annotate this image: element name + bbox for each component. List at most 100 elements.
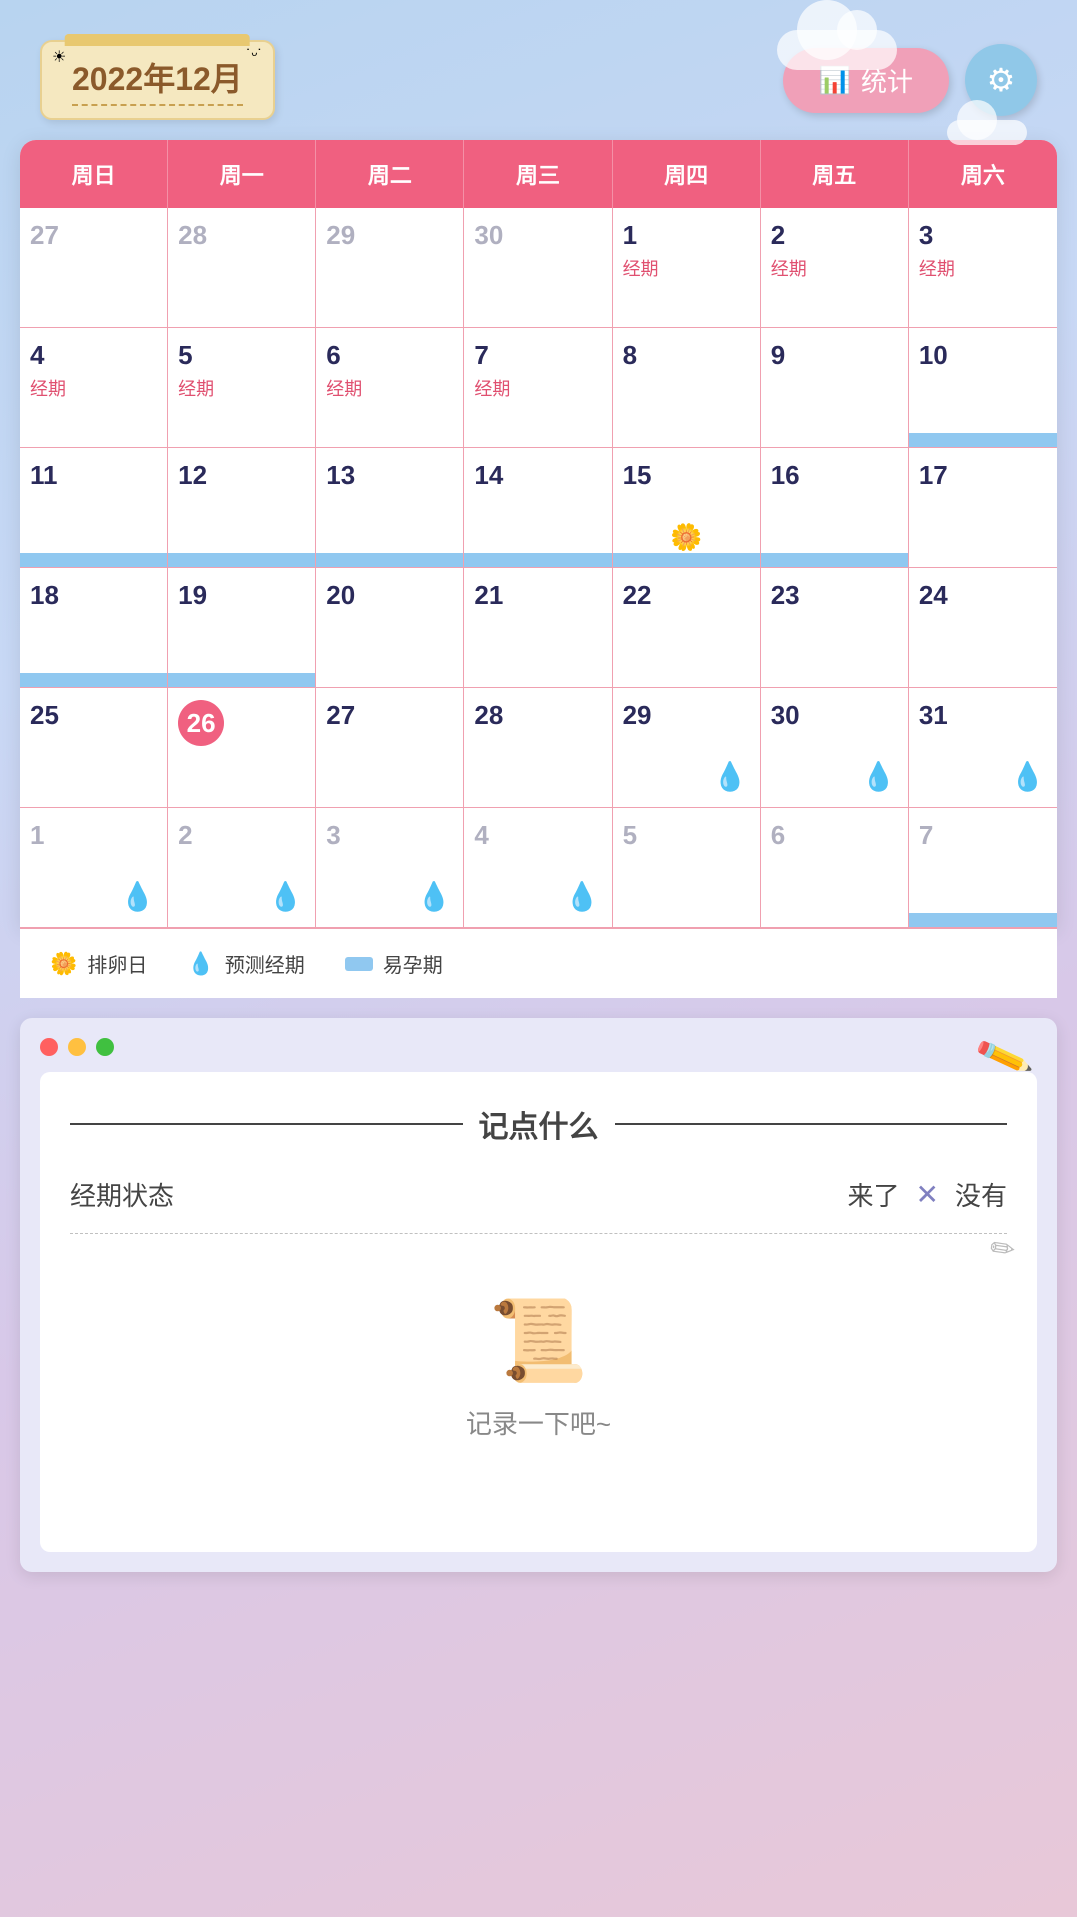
cal-cell[interactable]: 5 经期 (168, 328, 316, 448)
dot-yellow (68, 1038, 86, 1056)
notes-empty-state: 📜 记录一下吧~ (70, 1294, 1007, 1441)
cal-date-number: 29 (623, 700, 652, 731)
separator-line (70, 1233, 1007, 1234)
cal-cell[interactable]: 6 经期 (316, 328, 464, 448)
cal-date-number: 17 (919, 460, 948, 491)
cal-cell[interactable]: 27 (316, 688, 464, 808)
cal-date-number: 6 (771, 820, 785, 851)
cloud-decoration-2 (947, 120, 1027, 145)
cal-date-number: 27 (326, 700, 355, 731)
fertile-period-bar (316, 553, 463, 567)
cal-date-number: 26 (178, 700, 224, 746)
notes-inner: 记点什么 经期状态 来了 ✕ 没有 ✏ 📜 记录一下吧~ (40, 1072, 1037, 1552)
cal-cell[interactable]: 25 (20, 688, 168, 808)
calendar-legend: 🌼 排卵日 💧 预测经期 易孕期 (20, 928, 1057, 998)
cal-cell[interactable]: 23 (761, 568, 909, 688)
fertile-period-bar (761, 553, 908, 567)
cal-date-number: 14 (474, 460, 503, 491)
period-label: 经期 (178, 375, 214, 401)
cal-date-number: 31 (919, 700, 948, 731)
cal-cell[interactable]: 28 (168, 208, 316, 328)
fertile-period-bar (20, 673, 167, 687)
cal-cell[interactable]: 24 (909, 568, 1057, 688)
cal-cell[interactable]: 1💧 (20, 808, 168, 928)
cal-cell[interactable]: 4经期 (20, 328, 168, 448)
cal-cell[interactable]: 16 (761, 448, 909, 568)
cal-cell[interactable]: 21 (464, 568, 612, 688)
cal-cell[interactable]: 30💧 (761, 688, 909, 808)
cal-cell[interactable]: 22 (613, 568, 761, 688)
cal-cell[interactable]: 9 (761, 328, 909, 448)
app-header: ☀ ˙ᵕ˙ 2022年12月 📊 统计 ⚙ (0, 0, 1077, 140)
cal-cell[interactable]: 30 (464, 208, 612, 328)
period-label: 经期 (30, 375, 66, 401)
period-drop-icon: 💧 (713, 760, 748, 793)
face-icon: ˙ᵕ˙ (246, 47, 263, 65)
period-label: 经期 (326, 375, 362, 401)
ovulation-icon: 🌼 (50, 951, 77, 977)
cal-date-number: 5 (178, 340, 192, 371)
weekday-wed: 周三 (464, 140, 612, 208)
period-label: 预测经期 (225, 949, 305, 978)
cal-date-number: 18 (30, 580, 59, 611)
period-drop-icon: 💧 (120, 880, 155, 913)
cal-date-number: 7 (919, 820, 933, 851)
calendar-container: 周日 周一 周二 周三 周四 周五 周六 272829301经期2经期3经期4经… (20, 140, 1057, 928)
cal-date-number: 28 (178, 220, 207, 251)
cal-cell[interactable]: 18 (20, 568, 168, 688)
cal-cell[interactable]: 15🌼 (613, 448, 761, 568)
cal-cell[interactable]: 5 (613, 808, 761, 928)
cal-cell[interactable]: 4💧 (464, 808, 612, 928)
cal-cell[interactable]: 13 (316, 448, 464, 568)
window-dots (40, 1038, 1037, 1056)
fertile-period-bar (168, 673, 315, 687)
dot-red (40, 1038, 58, 1056)
x-cross-icon[interactable]: ✕ (916, 1178, 939, 1211)
cal-cell[interactable]: 7经期 (464, 328, 612, 448)
cal-date-number: 27 (30, 220, 59, 251)
cal-cell[interactable]: 28 (464, 688, 612, 808)
cal-cell[interactable]: 2💧 (168, 808, 316, 928)
sun-icon: ☀ (52, 47, 66, 67)
cal-cell[interactable]: 8 (613, 328, 761, 448)
cal-cell[interactable]: 10 (909, 328, 1057, 448)
period-label: 经期 (771, 255, 807, 281)
cal-date-number: 23 (771, 580, 800, 611)
cal-cell[interactable]: 17 (909, 448, 1057, 568)
cal-date-number: 7 (474, 340, 488, 371)
cal-cell[interactable]: 12 (168, 448, 316, 568)
came-label: 来了 (848, 1176, 900, 1213)
cal-cell[interactable]: 3经期 (909, 208, 1057, 328)
cal-date-number: 24 (919, 580, 948, 611)
cal-date-number: 22 (623, 580, 652, 611)
fertile-period-bar (613, 553, 760, 567)
cal-cell[interactable]: 29 💧 (613, 688, 761, 808)
period-drop-icon: 💧 (565, 880, 600, 913)
cal-date-number: 6 (326, 340, 340, 371)
cal-cell[interactable]: 3💧 (316, 808, 464, 928)
cal-cell[interactable]: 7 (909, 808, 1057, 928)
cal-cell[interactable]: 31💧 (909, 688, 1057, 808)
cal-date-number: 8 (623, 340, 637, 371)
cal-date-number: 15 (623, 460, 652, 491)
right-dash (615, 1123, 1008, 1125)
cal-cell[interactable]: 27 (20, 208, 168, 328)
cal-cell[interactable]: 6 (761, 808, 909, 928)
cal-cell[interactable]: 20 (316, 568, 464, 688)
legend-ovulation: 🌼 排卵日 (50, 949, 147, 978)
cal-cell[interactable]: 2经期 (761, 208, 909, 328)
cal-date-number: 4 (474, 820, 488, 851)
cal-cell[interactable]: 26 (168, 688, 316, 808)
cal-date-number: 16 (771, 460, 800, 491)
cal-cell[interactable]: 14 (464, 448, 612, 568)
notes-container: ✏️ 记点什么 经期状态 来了 ✕ 没有 ✏ 📜 记录一下吧~ (20, 1018, 1057, 1572)
cal-cell[interactable]: 29 (316, 208, 464, 328)
cal-cell[interactable]: 19 (168, 568, 316, 688)
cal-date-number: 5 (623, 820, 637, 851)
dotted-line (72, 104, 243, 106)
legend-period: 💧 预测经期 (187, 949, 304, 978)
period-status-label: 经期状态 (70, 1176, 174, 1213)
cal-cell[interactable]: 1经期 (613, 208, 761, 328)
period-drop-icon: 💧 (268, 880, 303, 913)
cal-cell[interactable]: 11 (20, 448, 168, 568)
